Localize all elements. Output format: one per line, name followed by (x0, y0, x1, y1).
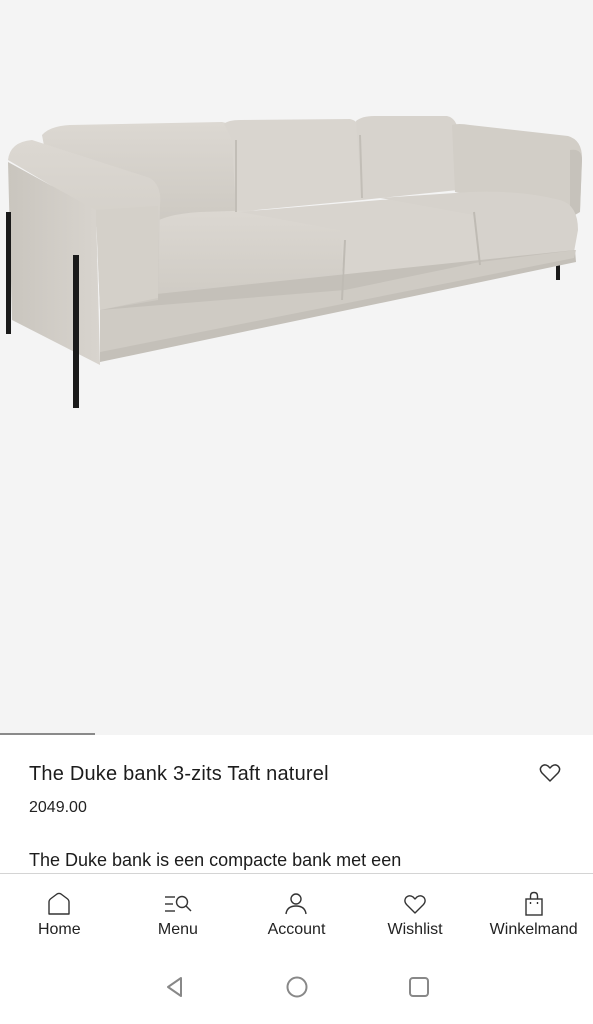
home-icon (44, 891, 74, 917)
nav-item-cart[interactable]: Winkelmand (474, 874, 593, 949)
heart-icon (400, 891, 430, 917)
nav-item-label: Home (37, 921, 81, 938)
product-image-gallery[interactable] (0, 0, 593, 735)
account-icon (281, 891, 311, 917)
heart-icon (539, 764, 561, 782)
product-page: The Duke bank 3-zits Taft naturel 2049.0… (0, 0, 593, 1024)
nav-item-label: Account (267, 921, 326, 938)
nav-item-home[interactable]: Home (0, 874, 119, 949)
system-home-button[interactable] (277, 967, 317, 1007)
product-info: The Duke bank 3-zits Taft naturel 2049.0… (0, 735, 593, 874)
nav-item-label: Winkelmand (489, 921, 578, 938)
nav-item-wishlist[interactable]: Wishlist (356, 874, 475, 949)
add-to-wishlist-button[interactable] (538, 761, 562, 785)
bottom-navigation: Home Menu Account Wishlist Winkelmand (0, 873, 593, 949)
menu-search-icon (163, 891, 193, 917)
nav-item-label: Menu (157, 921, 198, 938)
sofa-image (6, 116, 582, 408)
back-icon (166, 976, 182, 997)
nav-item-label: Wishlist (387, 921, 443, 938)
recents-icon (408, 976, 429, 997)
shopping-bag-icon (519, 891, 549, 917)
home-circle-icon (286, 976, 307, 997)
nav-item-menu[interactable]: Menu (119, 874, 238, 949)
product-description: The Duke bank is een compacte bank met e… (29, 850, 402, 870)
product-price: 2049.00 (29, 799, 87, 816)
product-title: The Duke bank 3-zits Taft naturel (29, 763, 329, 785)
system-navigation-bar (0, 949, 593, 1024)
system-recents-button[interactable] (399, 967, 439, 1007)
nav-item-account[interactable]: Account (237, 874, 356, 949)
system-back-button[interactable] (155, 967, 195, 1007)
